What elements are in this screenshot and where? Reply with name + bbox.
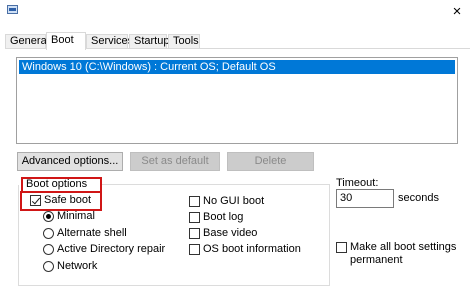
alternate-shell-radio[interactable] [43,228,54,239]
network-label: Network [57,260,98,272]
safe-boot-label: Safe boot [44,194,92,206]
base-video-checkbox[interactable] [189,228,200,239]
base-video-label: Base video [203,227,258,239]
os-boot-information-label: OS boot information [203,243,301,255]
tab-general[interactable]: General [5,34,49,49]
make-permanent-label-cont: permanent [350,254,403,266]
set-as-default-button[interactable]: Set as default [130,152,220,171]
tab-startup[interactable]: Startup [129,34,169,49]
system-configuration-window: × General Boot Services Startup Tools Wi… [0,0,474,292]
tab-tools[interactable]: Tools [168,34,200,49]
timeout-unit: seconds [398,192,439,204]
boot-options-title: Boot options [26,178,88,190]
make-permanent-checkbox[interactable] [336,242,347,253]
timeout-input[interactable]: 30 [336,189,394,208]
tab-boot[interactable]: Boot [46,32,86,50]
tab-services[interactable]: Services [86,34,133,49]
advanced-options-button[interactable]: Advanced options... [17,152,123,171]
msconfig-icon [7,5,18,14]
close-icon[interactable]: × [448,3,466,21]
boot-log-label: Boot log [203,211,244,223]
delete-button[interactable]: Delete [227,152,314,171]
active-directory-repair-label: Active Directory repair [57,243,166,255]
group-divider [100,184,330,185]
network-radio[interactable] [43,261,54,272]
no-gui-boot-checkbox[interactable] [189,196,200,207]
minimal-radio[interactable] [43,211,54,222]
no-gui-boot-label: No GUI boot [203,195,265,207]
minimal-label: Minimal [57,210,95,222]
active-directory-repair-radio[interactable] [43,244,54,255]
boot-log-checkbox[interactable] [189,212,200,223]
alternate-shell-label: Alternate shell [57,227,127,239]
os-list[interactable]: Windows 10 (C:\Windows) : Current OS; De… [16,57,458,144]
os-boot-information-checkbox[interactable] [189,244,200,255]
title-bar: × [0,0,474,24]
os-list-item[interactable]: Windows 10 (C:\Windows) : Current OS; De… [19,60,455,74]
make-permanent-label: Make all boot settings [350,241,457,253]
safe-boot-checkbox[interactable] [30,195,41,206]
